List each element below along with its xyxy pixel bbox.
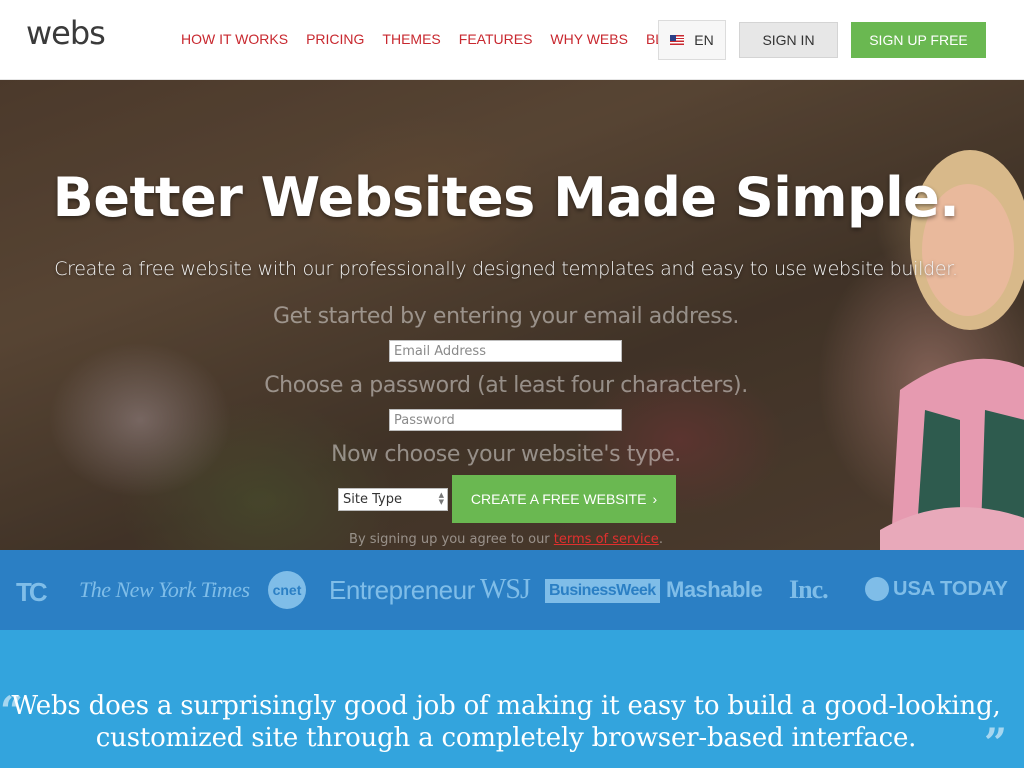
usa-today-logo: USA TODAY <box>865 577 1008 601</box>
site-header: webs HOW IT WORKS PRICING THEMES FEATURE… <box>0 0 1024 80</box>
main-nav: HOW IT WORKS PRICING THEMES FEATURES WHY… <box>181 31 703 47</box>
nav-why-webs[interactable]: WHY WEBS <box>550 31 628 47</box>
terms-suffix: . <box>658 532 663 547</box>
new-york-times-logo: The New York Times <box>79 577 250 602</box>
sign-in-button[interactable]: SIGN IN <box>739 22 838 58</box>
testimonial-quote: Webs does a surprisingly good job of mak… <box>0 690 1012 754</box>
terms-of-service-link[interactable]: terms of service <box>554 532 659 547</box>
press-logos-bar: TC The New York Times cnet Entrepreneur … <box>0 550 1024 630</box>
terms-notice: By signing up you agree to our terms of … <box>0 532 1012 547</box>
us-flag-icon <box>670 35 685 45</box>
email-field[interactable] <box>389 340 622 362</box>
entrepreneur-logo: Entrepreneur <box>329 575 475 605</box>
terms-prefix: By signing up you agree to our <box>349 532 554 547</box>
site-type-value: Site Type <box>343 492 402 507</box>
nav-themes[interactable]: THEMES <box>382 31 440 47</box>
close-quote-icon: ” <box>984 720 1008 767</box>
usa-today-text: USA TODAY <box>893 577 1008 600</box>
inc-logo: Inc. <box>789 575 829 604</box>
businessweek-logo: BusinessWeek <box>545 579 660 603</box>
create-free-website-button[interactable]: CREATE A FREE WEBSITE › <box>452 475 676 523</box>
testimonial-section: “ Webs does a surprisingly good job of m… <box>0 630 1024 768</box>
wsj-logo: WSJ <box>480 574 531 605</box>
hero-section: Better Websites Made Simple. Create a fr… <box>0 80 1024 550</box>
quote-line-2: customized site through a completely bro… <box>95 723 917 753</box>
mashable-logo: Mashable <box>666 577 763 602</box>
usa-today-dot-icon <box>865 577 889 601</box>
select-arrows-icon: ▲ ▼ <box>438 491 444 506</box>
nav-features[interactable]: FEATURES <box>459 31 533 47</box>
language-label: EN <box>694 32 714 48</box>
hero-title: Better Websites Made Simple. <box>52 166 960 229</box>
techcrunch-logo: TC <box>16 577 48 607</box>
email-prompt: Get started by entering your email addre… <box>273 304 739 329</box>
chevron-right-icon: › <box>652 491 658 507</box>
password-field[interactable] <box>389 409 622 431</box>
language-selector[interactable]: EN <box>658 20 726 60</box>
webs-logo[interactable]: webs <box>26 14 106 52</box>
hero-content: Better Websites Made Simple. Create a fr… <box>0 80 1024 550</box>
cnet-logo: cnet <box>268 571 306 609</box>
site-type-prompt: Now choose your website's type. <box>331 442 681 467</box>
nav-how-it-works[interactable]: HOW IT WORKS <box>181 31 288 47</box>
create-button-label: CREATE A FREE WEBSITE <box>470 491 647 507</box>
hero-subtitle: Create a free website with our professio… <box>54 258 958 280</box>
quote-line-1: Webs does a surprisingly good job of mak… <box>11 691 1001 721</box>
sign-up-free-button[interactable]: SIGN UP FREE <box>851 22 986 58</box>
site-type-select[interactable]: Site Type ▲ ▼ <box>338 488 448 511</box>
nav-pricing[interactable]: PRICING <box>306 31 364 47</box>
password-prompt: Choose a password (at least four charact… <box>264 373 748 398</box>
